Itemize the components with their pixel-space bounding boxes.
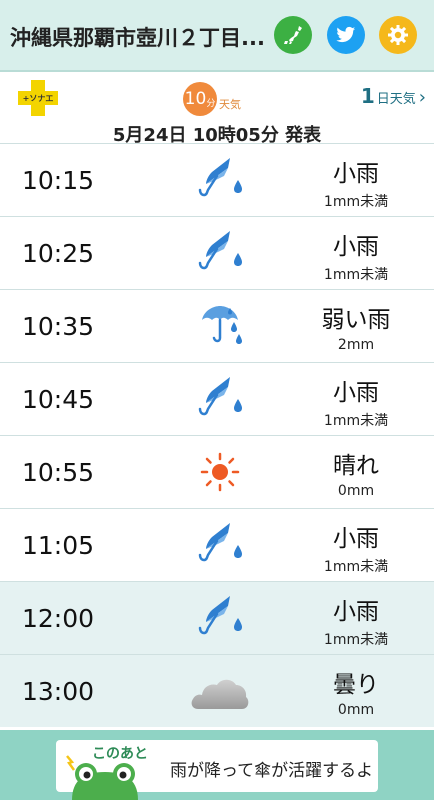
weather-label: 曇り [333,672,379,698]
weather-label: 小雨 [333,380,379,406]
weather-label: 晴れ [333,453,379,479]
gear-icon [388,25,408,45]
forecast-row: 10:45 小雨 1mm未満 [0,362,434,435]
app-header: 沖縄県那覇市壺川２丁目... [0,0,434,72]
twitter-icon [336,26,356,43]
forecast-message: 雨が降って傘が活躍するよ [170,761,374,781]
forecast-row: 10:25 小雨 1mm未満 [0,216,434,289]
weak-rain-icon [190,300,250,352]
light-rain-icon [190,373,250,425]
forecast-row: 13:00 曇り 0mm [0,654,434,727]
twitter-share-button[interactable] [327,16,365,54]
weather-label: 小雨 [333,599,379,625]
ten-minute-unit: 分 [206,98,216,109]
rain-amount: 0mm [337,483,375,499]
light-rain-icon [190,227,250,279]
forecast-time: 11:05 [22,531,95,560]
forecast-time: 10:45 [22,385,95,414]
cloud-icon [190,665,250,717]
ten-minute-badge: 10 分 [183,82,217,116]
forecast-time: 10:25 [22,239,95,268]
forecast-list: 10:15 小雨 1mm未満 10:25 小雨 1mm未満 10:35 弱い雨 … [0,143,434,727]
ten-minute-weather-tab[interactable]: 10 分 天気 [183,82,241,116]
light-rain-icon [190,519,250,571]
rain-amount: 1mm未満 [323,413,389,429]
rain-amount: 1mm未満 [323,194,389,210]
forecast-row: 11:05 小雨 1mm未満 [0,508,434,581]
chevron-right-icon: › [418,87,426,108]
forecast-time: 10:55 [22,458,95,487]
light-rain-icon [190,592,250,644]
light-rain-icon [190,154,250,206]
rain-amount: 2mm [337,337,375,353]
forecast-row: 10:55 晴れ 0mm [0,435,434,508]
forecast-time: 10:15 [22,166,95,195]
sun-icon [190,446,250,498]
one-day-number: 1 [360,84,375,108]
weather-label: 小雨 [333,526,379,552]
one-day-weather-link[interactable]: 1 日天気 › [361,84,426,108]
weather-label: 小雨 [333,234,379,260]
forecast-time: 12:00 [22,604,95,633]
ten-minute-number: 10 [184,89,207,109]
forecast-time: 13:00 [22,677,95,706]
forecast-row: 10:35 弱い雨 2mm [0,289,434,362]
ten-minute-word: 天気 [219,98,241,111]
forecast-row: 10:15 小雨 1mm未満 [0,143,434,216]
rain-amount: 1mm未満 [323,559,389,575]
japan-map-button[interactable] [274,16,312,54]
one-day-label: 日天気 [376,92,416,107]
konoato-badge: このあと [92,746,148,762]
weather-label: 弱い雨 [321,307,391,333]
sonae-label: +ソナエ [22,94,54,103]
rain-amount: 1mm未満 [323,267,389,283]
rain-amount: 0mm [337,702,375,718]
rain-amount: 1mm未満 [323,632,389,648]
forecast-time: 10:35 [22,312,95,341]
forecast-row: 12:00 小雨 1mm未満 [0,581,434,654]
sonae-link[interactable]: +ソナエ [18,80,58,116]
weather-label: 小雨 [333,161,379,187]
location-title[interactable]: 沖縄県那覇市壺川２丁目... [10,22,268,52]
settings-button[interactable] [379,16,417,54]
japan-map-icon [284,26,302,44]
